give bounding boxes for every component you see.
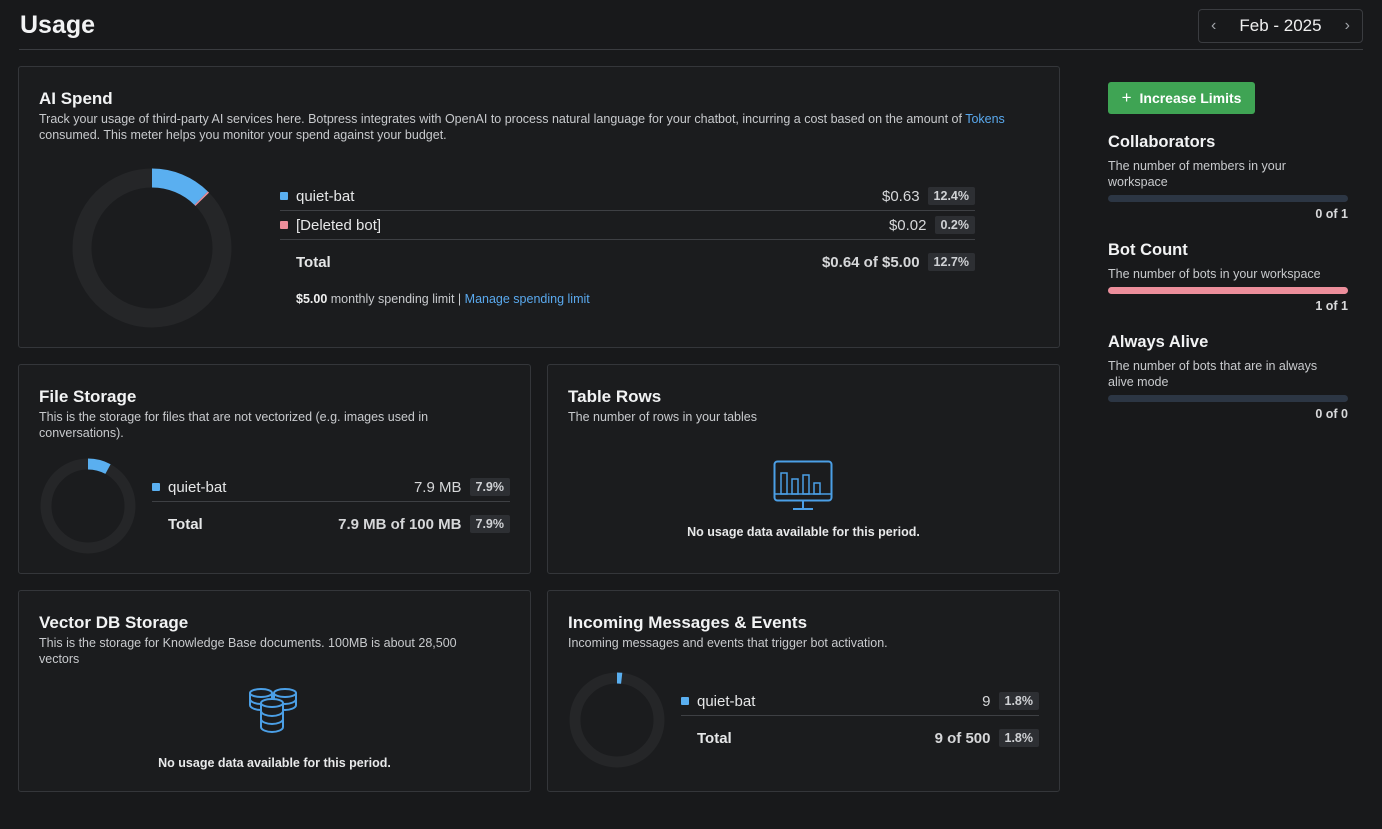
- collaborators-meter: Collaborators The number of members in y…: [1108, 133, 1348, 221]
- bot-count-bar-fill: [1108, 287, 1348, 294]
- table-rows-title: Table Rows: [568, 387, 662, 406]
- ai-spend-donut: [72, 168, 232, 328]
- ai-spend-card: AI Spend Track your usage of third-party…: [18, 66, 1060, 348]
- bot-count-bar: [1108, 287, 1348, 294]
- manage-spending-limit-link[interactable]: Manage spending limit: [465, 292, 590, 306]
- vector-db-description: This is the storage for Knowledge Base d…: [39, 636, 457, 666]
- messages-donut: [569, 672, 665, 768]
- always-alive-meter: Always Alive The number of bots that are…: [1108, 333, 1348, 421]
- row-percent: 7.9%: [469, 478, 510, 496]
- database-icon: [249, 688, 297, 733]
- messages-card: Incoming Messages & Events Incoming mess…: [547, 590, 1060, 792]
- series-swatch: [280, 192, 288, 200]
- total-row: Total $0.64 of $5.00 12.7%: [280, 240, 975, 284]
- total-percent: 1.8%: [998, 729, 1039, 747]
- ai-spend-legend: quiet-bat $0.63 12.4% [Deleted bot] $0.0…: [280, 182, 975, 284]
- file-storage-title: File Storage: [39, 387, 137, 406]
- ai-spend-title: AI Spend: [39, 89, 113, 108]
- table-rows-card: Table Rows The number of rows in your ta…: [547, 364, 1060, 574]
- file-storage-legend: quiet-bat 7.9 MB 7.9% Total 7.9 MB of 10…: [152, 473, 510, 546]
- page-title: Usage: [20, 11, 96, 39]
- chevron-left-icon[interactable]: ‹: [1211, 17, 1216, 35]
- vector-db-title: Vector DB Storage: [39, 613, 189, 632]
- row-name: [Deleted bot]: [296, 216, 382, 234]
- plus-icon: +: [1121, 88, 1132, 107]
- total-percent: 7.9%: [469, 515, 510, 533]
- row-value: $0.63: [882, 187, 920, 205]
- vector-db-empty-state: No usage data available for this period.: [158, 756, 391, 770]
- limit-separator: |: [457, 292, 462, 306]
- legend-row: quiet-bat 7.9 MB 7.9%: [152, 473, 510, 502]
- table-rows-empty-state: No usage data available for this period.: [687, 525, 920, 539]
- vector-db-card: Vector DB Storage This is the storage fo…: [18, 590, 531, 792]
- legend-row: [Deleted bot] $0.02 0.2%: [280, 211, 975, 240]
- file-storage-description: This is the storage for files that are n…: [39, 410, 429, 440]
- legend-row: quiet-bat $0.63 12.4%: [280, 182, 975, 211]
- always-alive-bar: [1108, 395, 1348, 402]
- increase-limits-button[interactable]: + Increase Limits: [1108, 82, 1255, 114]
- bot-count-meter: Bot Count The number of bots in your wor…: [1108, 241, 1348, 313]
- series-swatch: [152, 483, 160, 491]
- month-picker: ‹ Feb - 2025 ›: [1198, 9, 1363, 43]
- bot-count-description: The number of bots in your workspace: [1108, 267, 1321, 281]
- ai-spend-description: Track your usage of third-party AI servi…: [39, 111, 1029, 143]
- bot-count-count: 1 of 1: [1315, 299, 1348, 313]
- collaborators-bar: [1108, 195, 1348, 202]
- series-swatch: [280, 221, 288, 229]
- limit-amount: $5.00: [296, 292, 328, 306]
- total-label: Total: [296, 253, 331, 271]
- always-alive-title: Always Alive: [1108, 333, 1209, 351]
- row-percent: 0.2%: [934, 216, 975, 234]
- total-label: Total: [697, 729, 732, 747]
- total-label: Total: [168, 515, 203, 533]
- messages-description: Incoming messages and events that trigge…: [568, 636, 888, 650]
- file-storage-donut: [40, 458, 136, 554]
- row-percent: 12.4%: [927, 187, 975, 205]
- page-header: Usage ‹ Feb - 2025 ›: [19, 0, 1363, 50]
- total-row: Total 7.9 MB of 100 MB 7.9%: [152, 502, 510, 546]
- always-alive-count: 0 of 0: [1315, 407, 1348, 421]
- chevron-right-icon[interactable]: ›: [1345, 17, 1350, 35]
- table-rows-description: The number of rows in your tables: [568, 410, 757, 424]
- row-name: quiet-bat: [168, 478, 227, 496]
- total-value: $0.64 of $5.00: [821, 253, 920, 271]
- ai-spend-desc-text: Track your usage of third-party AI servi…: [39, 112, 962, 126]
- month-label: Feb - 2025: [1239, 16, 1322, 35]
- row-value: 7.9 MB: [413, 478, 462, 496]
- legend-row: quiet-bat 9 1.8%: [681, 687, 1039, 716]
- messages-legend: quiet-bat 9 1.8% Total 9 of 500 1.8%: [681, 687, 1039, 760]
- row-value: $0.02: [888, 216, 927, 234]
- collaborators-title: Collaborators: [1108, 133, 1216, 151]
- row-name: quiet-bat: [296, 187, 355, 205]
- total-value: 7.9 MB of 100 MB: [338, 515, 462, 533]
- increase-limits-label: Increase Limits: [1139, 90, 1242, 106]
- row-name: quiet-bat: [697, 692, 756, 710]
- bot-count-title: Bot Count: [1108, 241, 1188, 259]
- row-value: 9: [982, 692, 991, 710]
- total-row: Total 9 of 500 1.8%: [681, 716, 1039, 760]
- messages-title: Incoming Messages & Events: [568, 613, 808, 632]
- spending-limit-line: $5.00 monthly spending limit | Manage sp…: [296, 292, 590, 306]
- ai-spend-desc-text-2: consumed. This meter helps you monitor y…: [39, 128, 447, 142]
- file-storage-card: File Storage This is the storage for fil…: [18, 364, 531, 574]
- always-alive-description: The number of bots that are in always al…: [1108, 359, 1318, 389]
- limit-text: monthly spending limit: [327, 292, 455, 306]
- collaborators-description: The number of members in your workspace: [1108, 159, 1286, 189]
- total-value: 9 of 500: [934, 729, 991, 747]
- row-percent: 1.8%: [998, 692, 1039, 710]
- total-percent: 12.7%: [927, 253, 975, 271]
- series-swatch: [681, 697, 689, 705]
- monitor-chart-icon: [773, 460, 833, 510]
- collaborators-count: 0 of 1: [1315, 207, 1348, 221]
- tokens-link[interactable]: Tokens: [965, 112, 1005, 126]
